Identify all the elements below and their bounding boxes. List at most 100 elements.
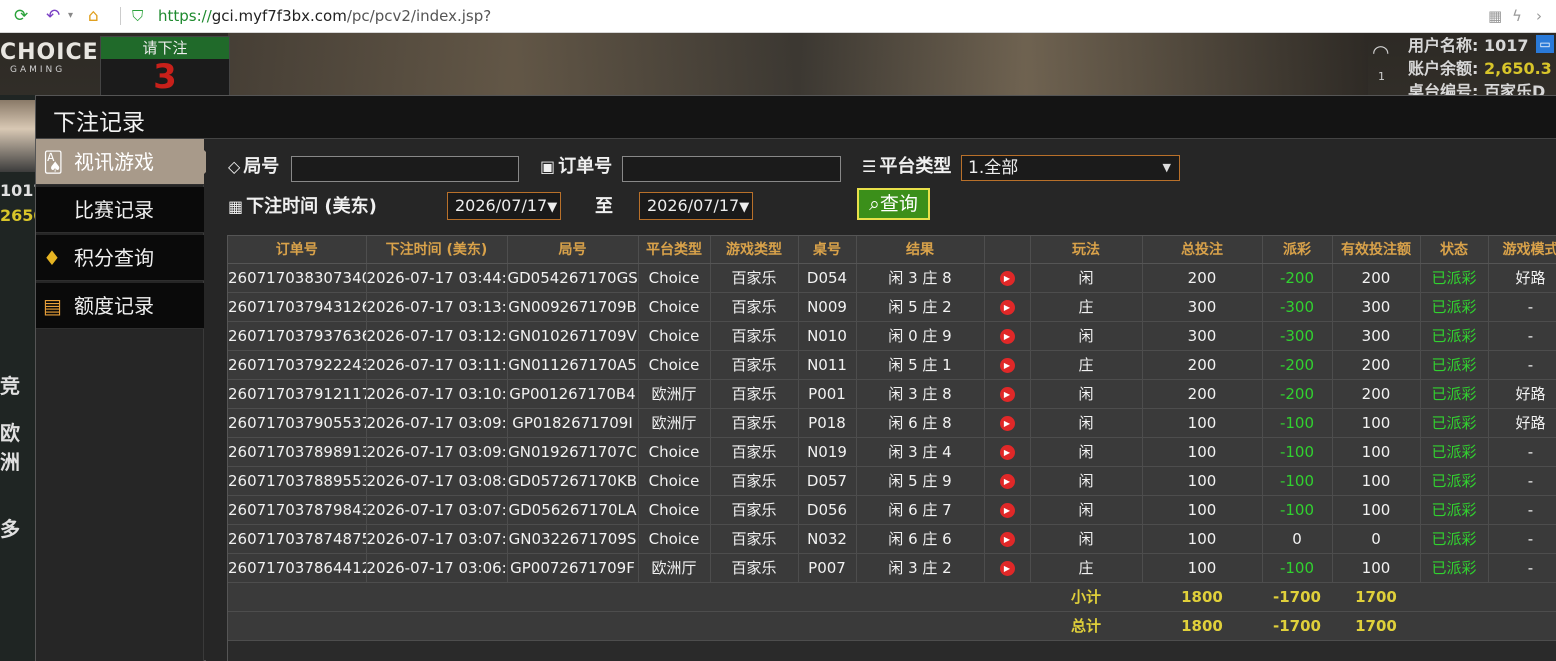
- play-replay-icon[interactable]: ▶: [999, 415, 1015, 431]
- cell-result: 闲 5 庄 9: [856, 466, 985, 496]
- sidebar-item-match-records[interactable]: 比赛记录: [36, 187, 204, 233]
- play-replay-icon[interactable]: ▶: [999, 299, 1015, 315]
- wifi-icon: ◠: [1372, 40, 1390, 64]
- cell-table-no: P001: [798, 379, 857, 409]
- cell-platform: Choice: [638, 350, 711, 380]
- bet-records-modal: 下注记录 🂡 视讯游戏 比赛记录 ♦ 积分查询 ▤ 额度记录 ◇ 局号 ▣ 订单号 …: [35, 95, 1556, 661]
- cell-bet-type: 庄: [1030, 292, 1143, 322]
- cell-order-no: 260717037922243: [228, 350, 367, 380]
- sidebar-item-live-games[interactable]: 🂡 视讯游戏: [36, 139, 216, 185]
- chevron-down-icon: ▼: [739, 200, 750, 215]
- cell-result: 闲 5 庄 2: [856, 292, 985, 322]
- cell-bet-type: 闲: [1030, 524, 1143, 554]
- play-replay-icon[interactable]: ▶: [999, 328, 1015, 344]
- play-replay-icon[interactable]: ▶: [999, 270, 1015, 286]
- cell-bet-time: 2026-07-17 03:08:35: [366, 466, 508, 496]
- sidebar-item-points-query[interactable]: ♦ 积分查询: [36, 235, 204, 281]
- play-replay-icon[interactable]: ▶: [999, 560, 1015, 576]
- cell-platform: Choice: [638, 466, 711, 496]
- table-row: 2607170383073402026-07-17 03:44:22GD0542…: [228, 263, 1556, 293]
- table-row: 2607170378644122026-07-17 03:06:23GP0072…: [228, 553, 1556, 583]
- cell-table-no: D057: [798, 466, 857, 496]
- home-icon[interactable]: ⌂: [88, 5, 99, 27]
- cell-platform: 欧洲厅: [638, 379, 711, 409]
- balance-value: 2,650.3: [1483, 59, 1552, 78]
- cell-valid-bet: 200: [1332, 379, 1421, 409]
- col-total-bet: 总投注: [1142, 236, 1263, 264]
- user-info: 用户名称: 1017 账户余额: 2,650.3 桌台编号: 百家乐D: [1408, 34, 1552, 103]
- cell-order-no: 260717037937636: [228, 321, 367, 351]
- browser-address-bar: ⟳ ↶ ▾ ⌂ ⛉ https://gci.myf7f3bx.com/pc/pc…: [0, 0, 1556, 33]
- replay-cell: ▶: [984, 379, 1031, 409]
- cell-game-type: 百家乐: [710, 408, 799, 438]
- url-field[interactable]: https://gci.myf7f3bx.com/pc/pcv2/index.j…: [158, 5, 491, 27]
- cell-order-no: 260717037943126: [228, 292, 367, 322]
- cell-game-type: 百家乐: [710, 553, 799, 583]
- play-replay-icon[interactable]: ▶: [999, 444, 1015, 460]
- play-replay-icon[interactable]: ▶: [999, 473, 1015, 489]
- cell-bet-time: 2026-07-17 03:10:28: [366, 379, 508, 409]
- cell-result: 闲 3 庄 2: [856, 553, 985, 583]
- dealer-avatar: [0, 100, 36, 172]
- cell-bet-time: 2026-07-17 03:07:45: [366, 495, 508, 525]
- cell-result: 闲 3 庄 4: [856, 437, 985, 467]
- sidebar-item-label: 比赛记录: [74, 198, 154, 222]
- chevron-down-icon: ▼: [1162, 161, 1171, 174]
- cell-table-no: P018: [798, 408, 857, 438]
- cell-status: 已派彩: [1420, 292, 1489, 322]
- cell-bet-time: 2026-07-17 03:06:23: [366, 553, 508, 583]
- play-replay-icon[interactable]: ▶: [999, 357, 1015, 373]
- cell-total-bet: 100: [1142, 495, 1263, 525]
- cell-table-no: P007: [798, 553, 857, 583]
- date-from-picker[interactable]: 2026/07/17▼: [447, 192, 561, 220]
- cell-table-no: N019: [798, 437, 857, 467]
- play-replay-icon[interactable]: ▶: [999, 531, 1015, 547]
- cell-platform: Choice: [638, 495, 711, 525]
- platform-select[interactable]: 1.全部 ▼: [961, 155, 1180, 181]
- back-icon[interactable]: ↶: [46, 5, 60, 27]
- url-host: gci.myf7f3bx.com: [211, 7, 347, 25]
- left-text-4: 多: [0, 517, 20, 541]
- col-status: 状态: [1420, 236, 1489, 264]
- left-text-3: 欧洲: [0, 421, 20, 474]
- order-label: ▣ 订单号: [540, 156, 613, 177]
- round-input[interactable]: [291, 156, 519, 182]
- cell-table-no: N009: [798, 292, 857, 322]
- search-icon: ⌕: [869, 193, 880, 215]
- query-button[interactable]: ⌕查询: [857, 188, 930, 220]
- refresh-icon[interactable]: ⟳: [14, 5, 28, 27]
- sum-empty-cell: [1420, 582, 1556, 612]
- cell-payout: -100: [1262, 553, 1333, 583]
- dealer-scene: [228, 33, 1368, 95]
- url-scheme: https://: [158, 7, 212, 25]
- sidebar-item-credit-records[interactable]: ▤ 额度记录: [36, 283, 204, 329]
- lightning-icon[interactable]: ϟ: [1512, 5, 1522, 27]
- qr-code-icon[interactable]: ▦: [1488, 5, 1502, 27]
- play-replay-icon[interactable]: ▶: [999, 386, 1015, 402]
- sum-valid-bet: 1700: [1332, 582, 1420, 612]
- cell-bet-time: 2026-07-17 03:11:22: [366, 350, 508, 380]
- col-game-type: 游戏类型: [710, 236, 799, 264]
- replay-cell: ▶: [984, 495, 1031, 525]
- cell-payout: -300: [1262, 321, 1333, 351]
- date-to-picker[interactable]: 2026/07/17▼: [639, 192, 753, 220]
- sum-label: 总计: [1030, 611, 1142, 641]
- menu-chevron-icon[interactable]: ›: [1536, 5, 1542, 27]
- cell-order-no: 260717037874875: [228, 524, 367, 554]
- sidebar-item-label: 视讯游戏: [74, 150, 154, 174]
- signal-level: 1: [1378, 70, 1385, 83]
- cell-payout: -100: [1262, 495, 1333, 525]
- bet-time-label: ▦ 下注时间 (美东): [228, 196, 377, 217]
- order-input[interactable]: [622, 156, 841, 182]
- cell-game-mode: -: [1488, 350, 1556, 380]
- cell-order-no: 260717037889553: [228, 466, 367, 496]
- subtotal-row: 小计 1800 -1700 1700: [228, 582, 1556, 612]
- sum-total-bet: 1800: [1142, 611, 1262, 641]
- window-toggle-button[interactable]: ▭: [1536, 35, 1554, 53]
- please-bet-label: 请下注: [101, 37, 229, 59]
- play-replay-icon[interactable]: ▶: [999, 502, 1015, 518]
- back-dropdown-icon[interactable]: ▾: [68, 5, 73, 27]
- table-row: 2607170379055372026-07-17 03:09:57GP0182…: [228, 408, 1556, 438]
- cell-game-type: 百家乐: [710, 263, 799, 293]
- replay-cell: ▶: [984, 408, 1031, 438]
